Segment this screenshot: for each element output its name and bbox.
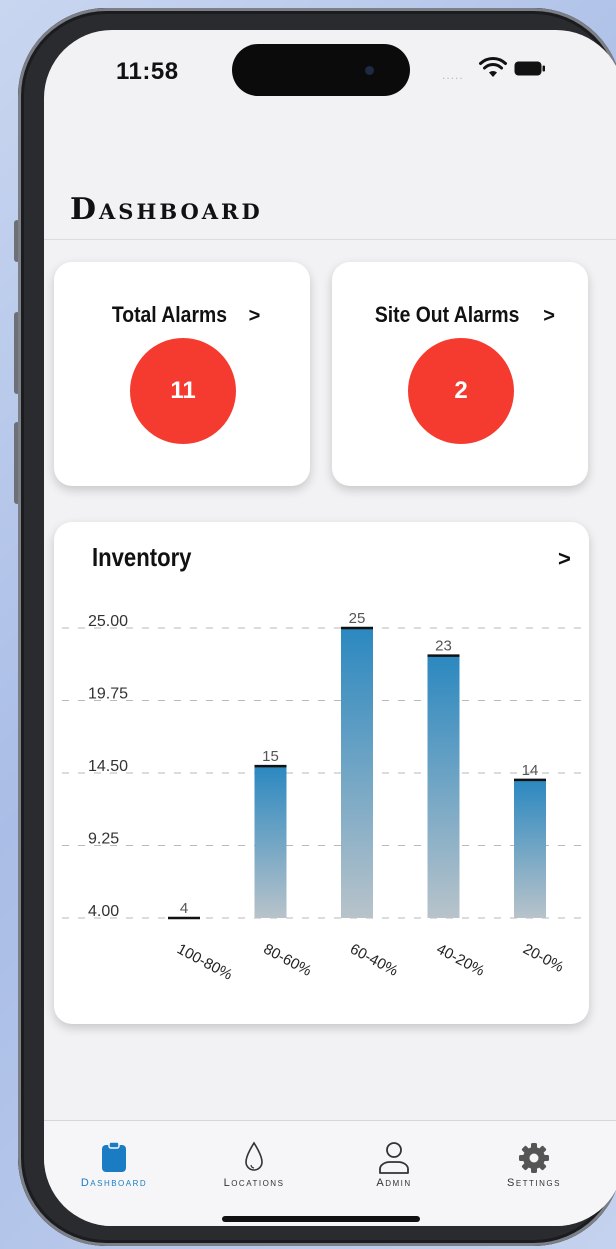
tab-locations[interactable]: Locations [184,1121,324,1201]
y-tick-label: 19.75 [88,686,128,703]
battery-icon [514,61,545,76]
y-tick-label: 14.50 [88,758,128,775]
total-alarms-title: Total Alarms > [54,302,310,328]
phone-screen: 11:58 ..... Dashboard Total Alarms > 11 S… [44,30,616,1226]
x-category-label: 60-40% [347,941,401,980]
drop-icon [245,1141,263,1171]
y-tick-label: 9.25 [88,831,119,848]
site-out-alarms-card[interactable]: Site Out Alarms > 2 [332,262,588,486]
wifi-icon [479,56,507,77]
inventory-bar-chart: 25.00 19.75 14.50 9.25 4.00 4 100-80% 15 80-60% 2… [62,610,584,984]
site-out-alarms-title: Site Out Alarms > [332,302,588,328]
person-icon [379,1142,409,1174]
x-category-label: 80-60% [261,941,315,980]
total-alarms-label: Total Alarms [111,302,227,327]
x-category-label: 40-20% [434,941,488,980]
signal-icon: ..... [442,68,464,82]
x-category-label: 100-80% [174,941,235,984]
chevron-right-icon: > [248,305,261,327]
site-out-alarms-label: Site Out Alarms [374,302,520,327]
tab-label: Dashboard [80,1177,148,1189]
y-tick-label: 25.00 [88,613,128,630]
page-title: Dashboard [70,192,263,227]
bar-value-label: 14 [522,762,539,779]
site-out-alarms-count-badge: 2 [408,338,514,444]
home-indicator [222,1216,420,1222]
bar [514,779,546,918]
chevron-right-icon: > [543,305,555,327]
total-alarms-count-badge: 11 [130,338,236,444]
inventory-card[interactable]: Inventory > 25.00 19.75 14.50 9.25 4.00 4 100-… [54,522,589,1024]
tab-settings[interactable]: Settings [464,1121,604,1201]
total-alarms-card[interactable]: Total Alarms > 11 [54,262,310,486]
tab-admin[interactable]: Admin [324,1121,464,1201]
tab-label: Settings [506,1177,561,1189]
page-header: Dashboard [44,110,616,240]
bar [254,766,287,918]
tab-label: Locations [223,1177,285,1189]
bar-value-label: 23 [435,638,452,655]
x-category-label: 20-0% [520,941,566,976]
status-time: 11:58 [116,58,179,85]
gear-icon [519,1143,549,1173]
tab-dashboard[interactable]: Dashboard [44,1121,184,1201]
status-bar: 11:58 ..... [44,30,616,110]
bar-value-label: 4 [180,900,188,917]
dynamic-island [232,44,410,96]
bar-value-label: 25 [349,610,366,627]
y-tick-label: 4.00 [88,903,119,920]
clipboard-icon [102,1141,126,1172]
front-camera [365,66,374,75]
tab-label: Admin [376,1177,412,1189]
bar-value-label: 15 [262,748,279,765]
bar [341,628,373,918]
tab-bar: Dashboard Locations Admin Settings [44,1120,616,1226]
bar [427,655,460,918]
